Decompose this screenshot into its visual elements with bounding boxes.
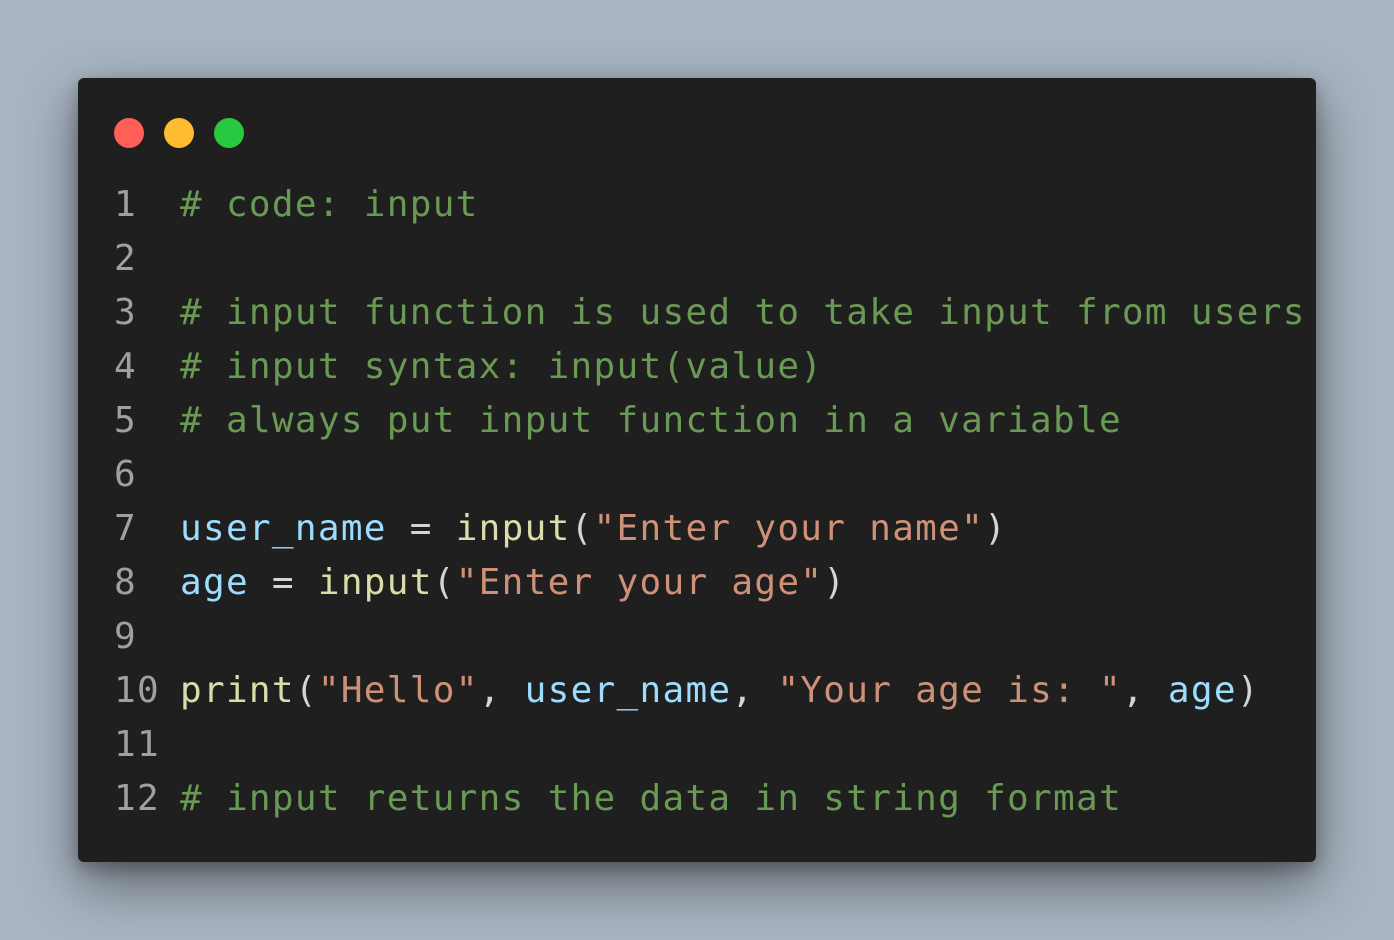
code-token-punc: , — [1121, 670, 1168, 711]
code-token-var: user_name — [180, 508, 387, 549]
code-token-punc: , — [478, 670, 525, 711]
code-token-punc: = — [386, 508, 456, 549]
code-token-punc: ( — [570, 508, 594, 549]
code-line: 1 # code: input — [114, 178, 1296, 232]
line-number: 1 — [114, 184, 137, 225]
code-line: 12 # input returns the data in string for… — [114, 772, 1296, 826]
code-line: 2 — [114, 232, 1296, 286]
code-token-fn: input — [317, 562, 433, 603]
code-token-var: user_name — [524, 670, 732, 711]
code-token-punc: ) — [823, 562, 847, 603]
line-number: 7 — [114, 508, 137, 549]
code-token-comment: # code: input — [180, 184, 479, 225]
code-token-var: age — [180, 562, 249, 603]
code-token-punc: ) — [984, 508, 1008, 549]
code-line: 3 # input function is used to take input … — [114, 286, 1304, 340]
code-line: 8 age = input("Enter your age") — [114, 556, 1296, 610]
code-token-punc: ( — [432, 562, 456, 603]
line-number: 8 — [114, 562, 137, 603]
code-line: 6 — [114, 448, 1296, 502]
code-line: 5 # always put input function in a variab… — [114, 394, 1296, 448]
code-token-comment: # input returns the data in string forma… — [180, 778, 1122, 819]
code-token-str: "Enter your name" — [593, 508, 985, 549]
line-number: 6 — [114, 454, 137, 495]
line-number: 10 — [114, 670, 160, 711]
line-number: 9 — [114, 616, 137, 657]
minimize-dot-icon[interactable] — [164, 118, 194, 148]
line-number: 2 — [114, 238, 137, 279]
line-number: 3 — [114, 292, 137, 333]
line-number: 11 — [114, 724, 160, 765]
code-block: 1 # code: input 2 3 # input function is used… — [114, 178, 1304, 826]
close-dot-icon[interactable] — [114, 118, 144, 148]
code-token-str: "Enter your age" — [455, 562, 824, 603]
code-token-fn: print — [180, 670, 295, 711]
code-token-punc: ) — [1236, 670, 1260, 711]
line-number: 5 — [114, 400, 137, 441]
code-token-fn: input — [455, 508, 571, 549]
code-token-var: age — [1167, 670, 1237, 711]
code-window: 1 # code: input 2 3 # input function is used… — [78, 78, 1316, 862]
code-token-comment: # input function is used to take input f… — [180, 292, 1306, 333]
code-token-punc: ( — [294, 670, 318, 711]
code-line: 11 — [114, 718, 1296, 772]
code-token-str: "Your age is: " — [777, 670, 1122, 711]
code-token-str: "Hello" — [317, 670, 479, 711]
code-line: 10 print("Hello", user_name, "Your age is… — [114, 664, 1296, 718]
line-number: 4 — [114, 346, 137, 387]
code-token-punc: = — [248, 562, 318, 603]
line-number: 12 — [114, 778, 160, 819]
code-token-comment: # input syntax: input(value) — [180, 346, 824, 387]
code-token-punc: , — [731, 670, 778, 711]
code-line: 4 # input syntax: input(value) — [114, 340, 1296, 394]
code-line: 9 — [114, 610, 1296, 664]
code-token-comment: # always put input function in a variabl… — [180, 400, 1122, 441]
maximize-dot-icon[interactable] — [214, 118, 244, 148]
code-line: 7 user_name = input("Enter your name") — [114, 502, 1296, 556]
